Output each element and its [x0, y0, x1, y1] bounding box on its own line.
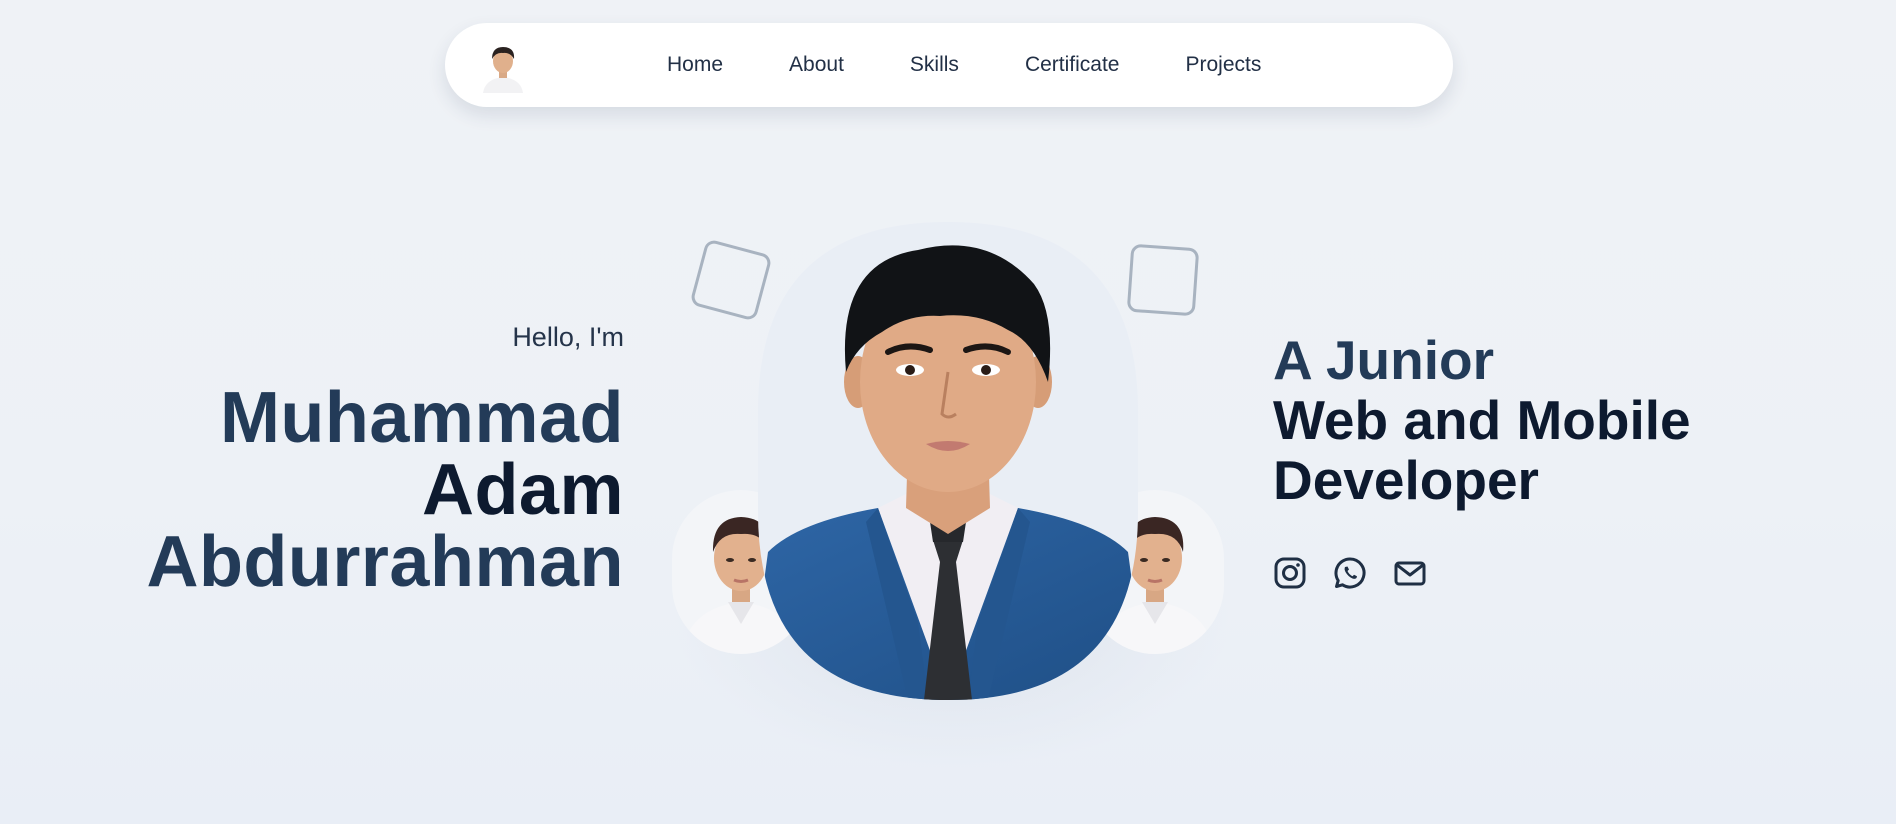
hero-name: Muhammad Adam Abdurrahman — [146, 382, 624, 598]
nav-avatar[interactable] — [475, 37, 531, 93]
hero-page: Home About Skills Certificate Projects H… — [0, 0, 1896, 824]
navbar: Home About Skills Certificate Projects — [445, 23, 1453, 107]
role-line-2: Web and Mobile — [1273, 389, 1691, 451]
nav-links: Home About Skills Certificate Projects — [667, 23, 1261, 107]
greeting: Hello, I'm — [512, 322, 624, 352]
instagram-icon[interactable] — [1273, 556, 1307, 590]
nav-link-certificate[interactable]: Certificate — [1025, 53, 1120, 77]
social-links — [1273, 556, 1427, 590]
role-line-1: A Junior — [1273, 329, 1495, 391]
nav-link-projects[interactable]: Projects — [1185, 53, 1261, 77]
nav-link-about[interactable]: About — [789, 53, 844, 77]
name-last: Abdurrahman — [146, 522, 624, 602]
name-middle: Adam — [421, 450, 624, 530]
role-line-3: Developer — [1273, 449, 1539, 511]
whatsapp-icon[interactable] — [1333, 556, 1367, 590]
nav-link-home[interactable]: Home — [667, 53, 723, 77]
name-first: Muhammad — [219, 378, 624, 458]
mail-icon[interactable] — [1393, 556, 1427, 590]
hero-role: A Junior Web and Mobile Developer — [1273, 330, 1691, 510]
nav-link-skills[interactable]: Skills — [910, 53, 959, 77]
main-portrait — [758, 222, 1138, 700]
